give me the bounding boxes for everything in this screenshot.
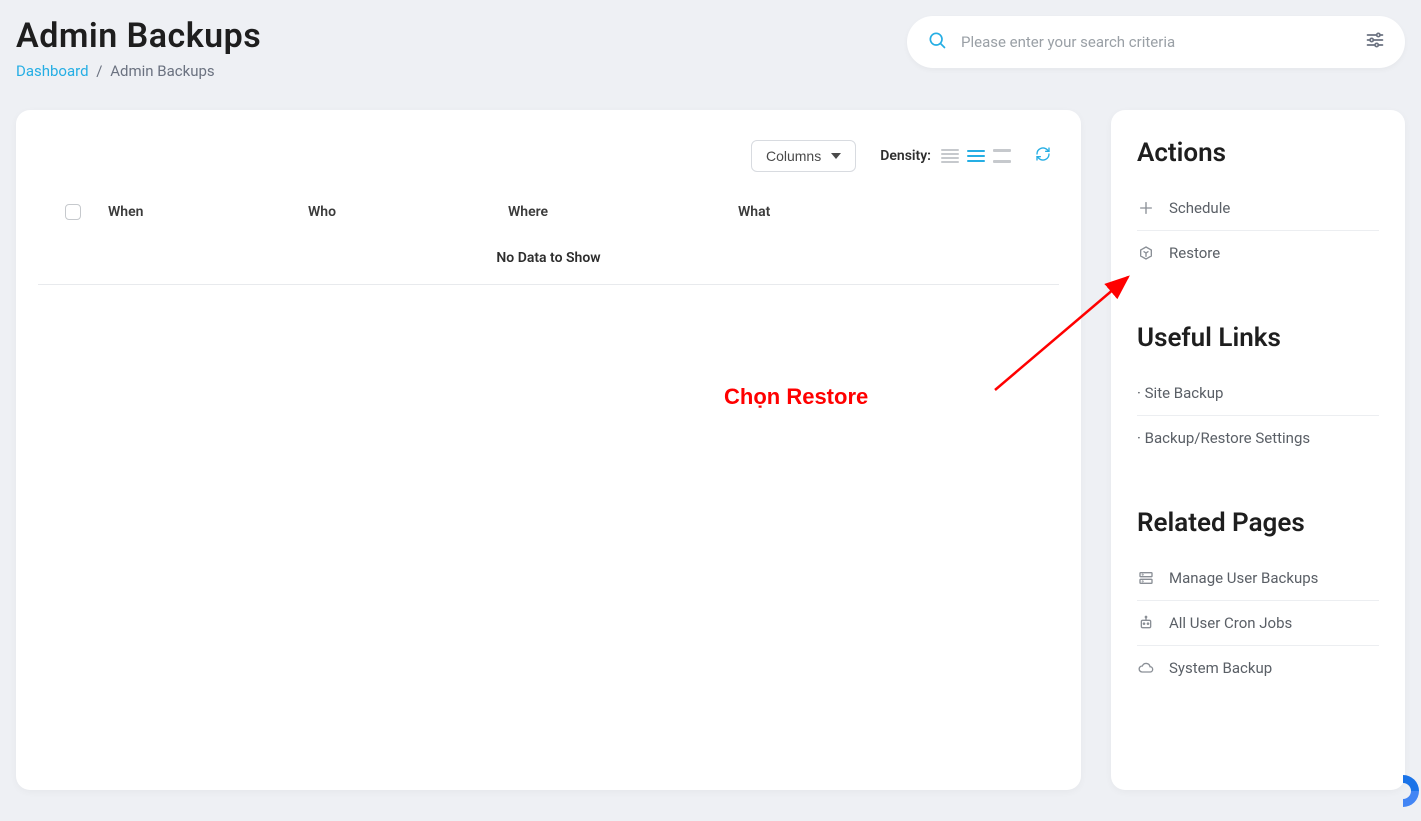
column-header-who[interactable]: Who — [308, 204, 508, 220]
density-medium-icon[interactable] — [967, 149, 985, 163]
server-icon — [1137, 570, 1155, 586]
backups-table: When Who Where What No Data to Show — [38, 192, 1059, 285]
breadcrumb-current: Admin Backups — [110, 62, 214, 80]
cloud-icon — [1137, 660, 1155, 676]
action-restore-label: Restore — [1169, 244, 1220, 262]
related-system-backup-label: System Backup — [1169, 659, 1272, 677]
density-label: Density: — [880, 148, 931, 164]
action-schedule-label: Schedule — [1169, 199, 1230, 217]
refresh-icon[interactable] — [1035, 146, 1051, 166]
backups-table-card: Columns Density: — [16, 110, 1081, 790]
search-input[interactable] — [961, 33, 1365, 51]
related-pages-section: Related Pages Manage User Backups All Us… — [1137, 508, 1379, 690]
breadcrumb: Dashboard / Admin Backups — [16, 62, 261, 80]
link-site-backup[interactable]: Site Backup — [1137, 371, 1379, 416]
related-all-cron-jobs[interactable]: All User Cron Jobs — [1137, 601, 1379, 646]
density-compact-icon[interactable] — [941, 149, 959, 163]
actions-title: Actions — [1137, 138, 1379, 168]
action-schedule[interactable]: Schedule — [1137, 186, 1379, 231]
columns-button[interactable]: Columns — [751, 140, 856, 172]
breadcrumb-separator: / — [96, 62, 102, 80]
breadcrumb-home[interactable]: Dashboard — [16, 62, 89, 80]
search-icon — [927, 30, 947, 54]
empty-state-text: No Data to Show — [38, 232, 1059, 285]
page-title: Admin Backups — [16, 16, 261, 56]
plus-icon — [1137, 200, 1155, 216]
column-header-when[interactable]: When — [108, 204, 308, 220]
column-header-where[interactable]: Where — [508, 204, 738, 220]
related-manage-user-backups-label: Manage User Backups — [1169, 569, 1318, 587]
related-manage-user-backups[interactable]: Manage User Backups — [1137, 556, 1379, 601]
restore-icon — [1137, 245, 1155, 261]
useful-links-section: Useful Links Site Backup Backup/Restore … — [1137, 323, 1379, 460]
sidebar-card: Actions Schedule Restore — [1111, 110, 1405, 790]
annotation-text: Chọn Restore — [724, 384, 868, 410]
filter-settings-icon[interactable] — [1365, 30, 1385, 54]
caret-down-icon — [831, 153, 841, 159]
robot-icon — [1137, 615, 1155, 631]
related-pages-title: Related Pages — [1137, 508, 1379, 538]
column-header-what[interactable]: What — [738, 204, 968, 220]
useful-links-title: Useful Links — [1137, 323, 1379, 353]
related-all-cron-jobs-label: All User Cron Jobs — [1169, 614, 1292, 632]
actions-section: Actions Schedule Restore — [1137, 138, 1379, 275]
select-all-checkbox[interactable] — [65, 204, 81, 220]
link-backup-restore-settings[interactable]: Backup/Restore Settings — [1137, 416, 1379, 460]
action-restore[interactable]: Restore — [1137, 231, 1379, 275]
density-large-icon[interactable] — [993, 149, 1011, 163]
search-bar[interactable] — [907, 16, 1405, 68]
columns-button-label: Columns — [766, 148, 821, 164]
recaptcha-badge — [1377, 767, 1421, 815]
table-header-row: When Who Where What — [38, 192, 1059, 232]
related-system-backup[interactable]: System Backup — [1137, 646, 1379, 690]
